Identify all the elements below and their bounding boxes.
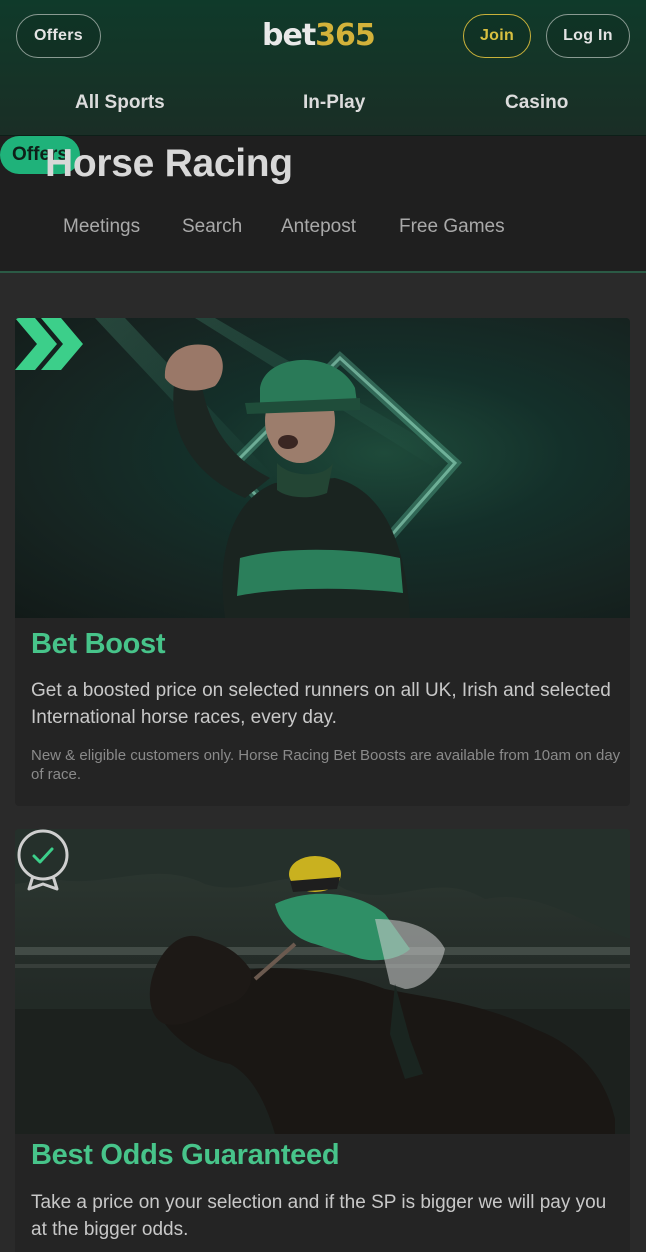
login-button[interactable]: Log In bbox=[546, 14, 630, 58]
logo-text-bet: bet bbox=[262, 18, 316, 53]
bet365-logo[interactable]: bet 365 bbox=[262, 18, 376, 54]
tab-free-games[interactable]: Free Games bbox=[399, 216, 505, 238]
nav-in-play[interactable]: In-Play bbox=[303, 92, 365, 114]
offer-description: Take a price on your selection and if th… bbox=[31, 1192, 607, 1240]
logo-text-365: 365 bbox=[315, 18, 376, 53]
offer-card-bet-boost[interactable]: Bet Boost Get a boosted price on selecte… bbox=[15, 318, 630, 806]
offer-card-best-odds-guaranteed[interactable]: Best Odds Guaranteed Take a price on you… bbox=[15, 829, 630, 1252]
badge-check-icon bbox=[17, 829, 69, 891]
offer-terms: New & eligible customers only. Horse Rac… bbox=[31, 747, 621, 783]
nav-all-sports[interactable]: All Sports bbox=[75, 92, 165, 114]
offer-description: Get a boosted price on selected runners … bbox=[31, 680, 611, 728]
join-button[interactable]: Join bbox=[463, 14, 531, 58]
nav-casino[interactable]: Casino bbox=[505, 92, 568, 114]
offers-button[interactable]: Offers bbox=[16, 14, 101, 58]
jockey-celebrating-illustration bbox=[95, 318, 462, 618]
best-odds-hero-image bbox=[15, 829, 630, 1134]
main-navigation: All Sports In-Play Casino bbox=[0, 84, 646, 124]
page-title: Horse Racing bbox=[45, 142, 293, 185]
tab-meetings[interactable]: Meetings bbox=[63, 216, 140, 238]
tab-antepost[interactable]: Antepost bbox=[281, 216, 356, 238]
double-chevron-right-icon bbox=[15, 318, 83, 370]
bet-boost-hero-image bbox=[15, 318, 630, 618]
racehorse-jockey-illustration bbox=[15, 829, 630, 1134]
tab-search[interactable]: Search bbox=[182, 216, 242, 238]
offer-title: Best Odds Guaranteed bbox=[31, 1139, 340, 1171]
offer-title: Bet Boost bbox=[31, 628, 166, 660]
sport-subheader: Horse Racing Meetings Search Antepost Fr… bbox=[0, 136, 646, 273]
top-header: Offers bet 365 Join Log In All Sports In-… bbox=[0, 0, 646, 136]
